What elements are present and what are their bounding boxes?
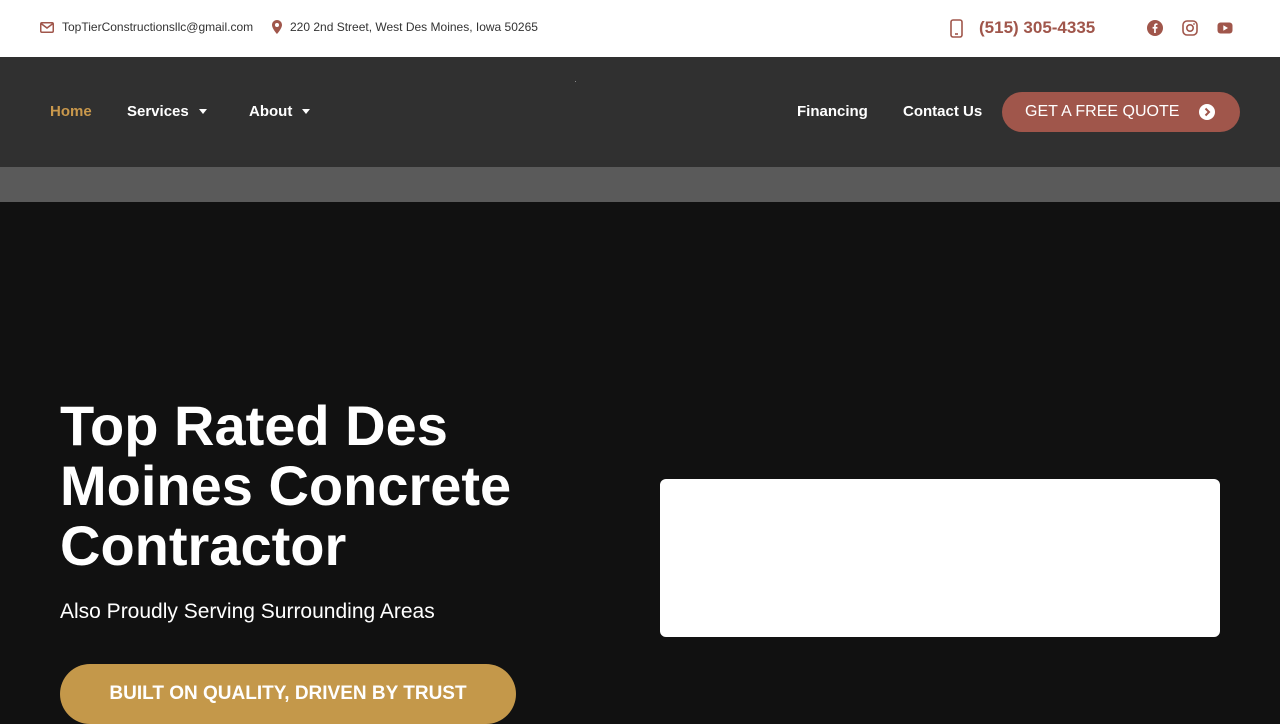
facebook-icon [1147,20,1163,36]
youtube-link[interactable] [1217,20,1233,41]
nav-about[interactable]: About [249,103,311,120]
nav-services[interactable]: Services [127,103,207,120]
nav-divider-dot [575,81,576,82]
nav-services-label: Services [127,103,189,120]
instagram-icon [1182,20,1198,36]
mobile-phone-icon [950,18,963,38]
nav-home[interactable]: Home [50,103,92,120]
phone-contact[interactable]: (515) 305-4335 [950,18,1095,38]
get-free-quote-button[interactable]: GET A FREE QUOTE [1002,92,1240,132]
map-pin-icon [272,20,282,34]
facebook-link[interactable] [1147,20,1163,41]
chevron-down-icon [198,109,207,114]
quote-button-label: GET A FREE QUOTE [1025,103,1180,120]
instagram-link[interactable] [1182,20,1198,41]
hero-title: Top Rated Des Moines Concrete Contractor [60,394,512,577]
nav-financing-label: Financing [797,103,868,120]
envelope-icon [40,21,54,33]
address-text: 220 2nd Street, West Des Moines, Iowa 50… [290,20,538,34]
arrow-circle-right-icon [1199,104,1215,120]
sub-navigation-strip [0,167,1280,202]
phone-number: (515) 305-4335 [979,18,1096,37]
youtube-icon [1217,22,1233,34]
nav-contact-us[interactable]: Contact Us [903,103,982,120]
hero-section: Top Rated Des Moines Concrete Contractor… [0,202,1280,724]
hero-subtitle: Also Proudly Serving Surrounding Areas [60,600,435,623]
chevron-down-icon [302,109,311,114]
nav-financing[interactable]: Financing [797,103,868,120]
address-contact[interactable]: 220 2nd Street, West Des Moines, Iowa 50… [272,20,538,34]
top-contact-bar: TopTierConstructionsllc@gmail.com 220 2n… [0,0,1280,57]
nav-home-label: Home [50,103,92,120]
email-text: TopTierConstructionsllc@gmail.com [62,20,254,34]
built-on-quality-button[interactable]: BUILT ON QUALITY, DRIVEN BY TRUST [60,664,516,724]
quote-form-panel[interactable] [660,479,1220,637]
nav-about-label: About [249,103,293,120]
main-navigation: Home Services About Financing Contact Us… [0,57,1280,167]
nav-contact-label: Contact Us [903,103,983,120]
hero-button-label: BUILT ON QUALITY, DRIVEN BY TRUST [109,683,467,704]
email-contact[interactable]: TopTierConstructionsllc@gmail.com [40,20,253,34]
